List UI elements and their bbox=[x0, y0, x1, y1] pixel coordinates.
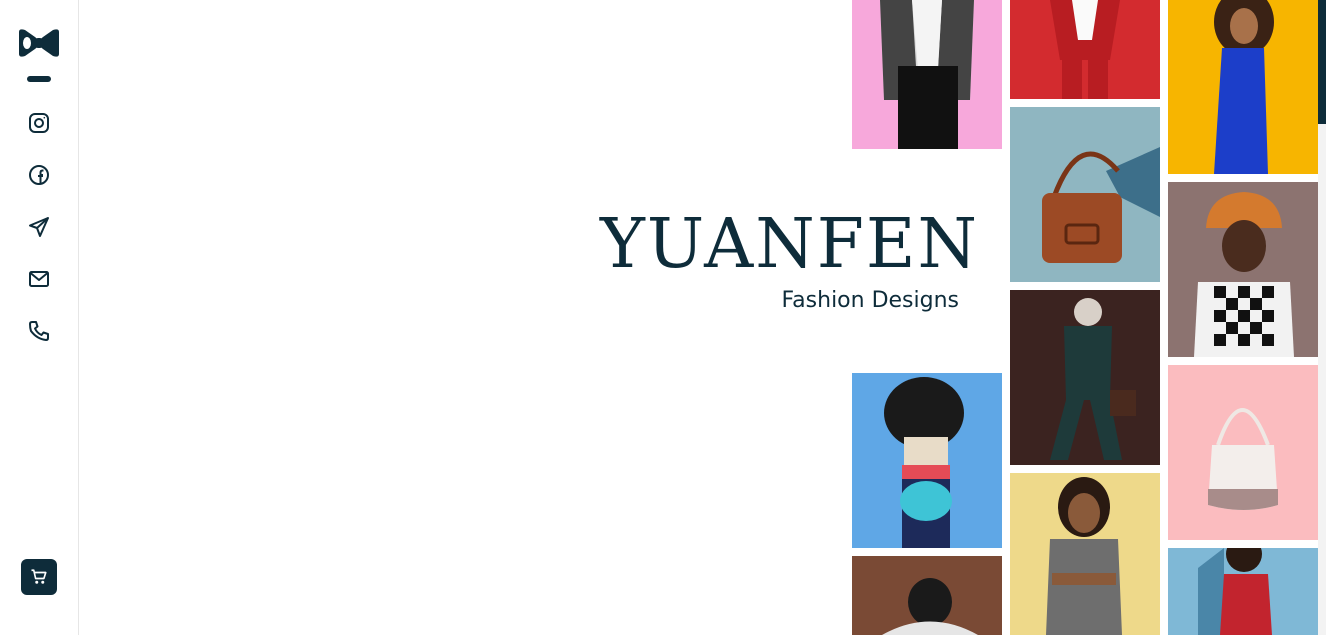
facebook-icon[interactable] bbox=[27, 163, 51, 187]
cart-icon bbox=[31, 569, 47, 584]
photo-man-red-suit[interactable] bbox=[1010, 0, 1160, 99]
photo-woman-blue-dress[interactable] bbox=[1168, 0, 1318, 174]
instagram-icon[interactable] bbox=[27, 111, 51, 135]
cart-button[interactable] bbox=[21, 559, 57, 595]
photo-brown-leather-bag[interactable] bbox=[1010, 107, 1160, 282]
photo-man-orange-bucket-hat[interactable] bbox=[1168, 182, 1318, 357]
photo-woman-houndstooth-jacket[interactable] bbox=[852, 0, 1002, 149]
photo-white-bucket-bag[interactable] bbox=[1168, 365, 1318, 540]
photo-woman-turquoise-bag[interactable] bbox=[852, 373, 1002, 548]
sidebar bbox=[0, 0, 79, 635]
active-indicator bbox=[27, 76, 51, 82]
photo-man-dark-suit[interactable] bbox=[1010, 290, 1160, 465]
photo-woman-grey-dress[interactable] bbox=[1010, 473, 1160, 635]
brand-subtitle: Fashion Designs bbox=[781, 288, 959, 313]
mail-icon[interactable] bbox=[27, 267, 51, 291]
page: YUANFEN Fashion Designs bbox=[0, 0, 1326, 635]
photo-woman-red-dress[interactable] bbox=[1168, 548, 1318, 635]
telegram-icon[interactable] bbox=[27, 215, 51, 239]
brand-title: YUANFEN bbox=[600, 205, 980, 284]
bowtie-logo-icon[interactable] bbox=[17, 28, 61, 58]
photo-man-white-shirt-back[interactable] bbox=[852, 556, 1002, 635]
scrollbar-thumb[interactable] bbox=[1318, 0, 1326, 124]
phone-icon[interactable] bbox=[27, 319, 51, 343]
